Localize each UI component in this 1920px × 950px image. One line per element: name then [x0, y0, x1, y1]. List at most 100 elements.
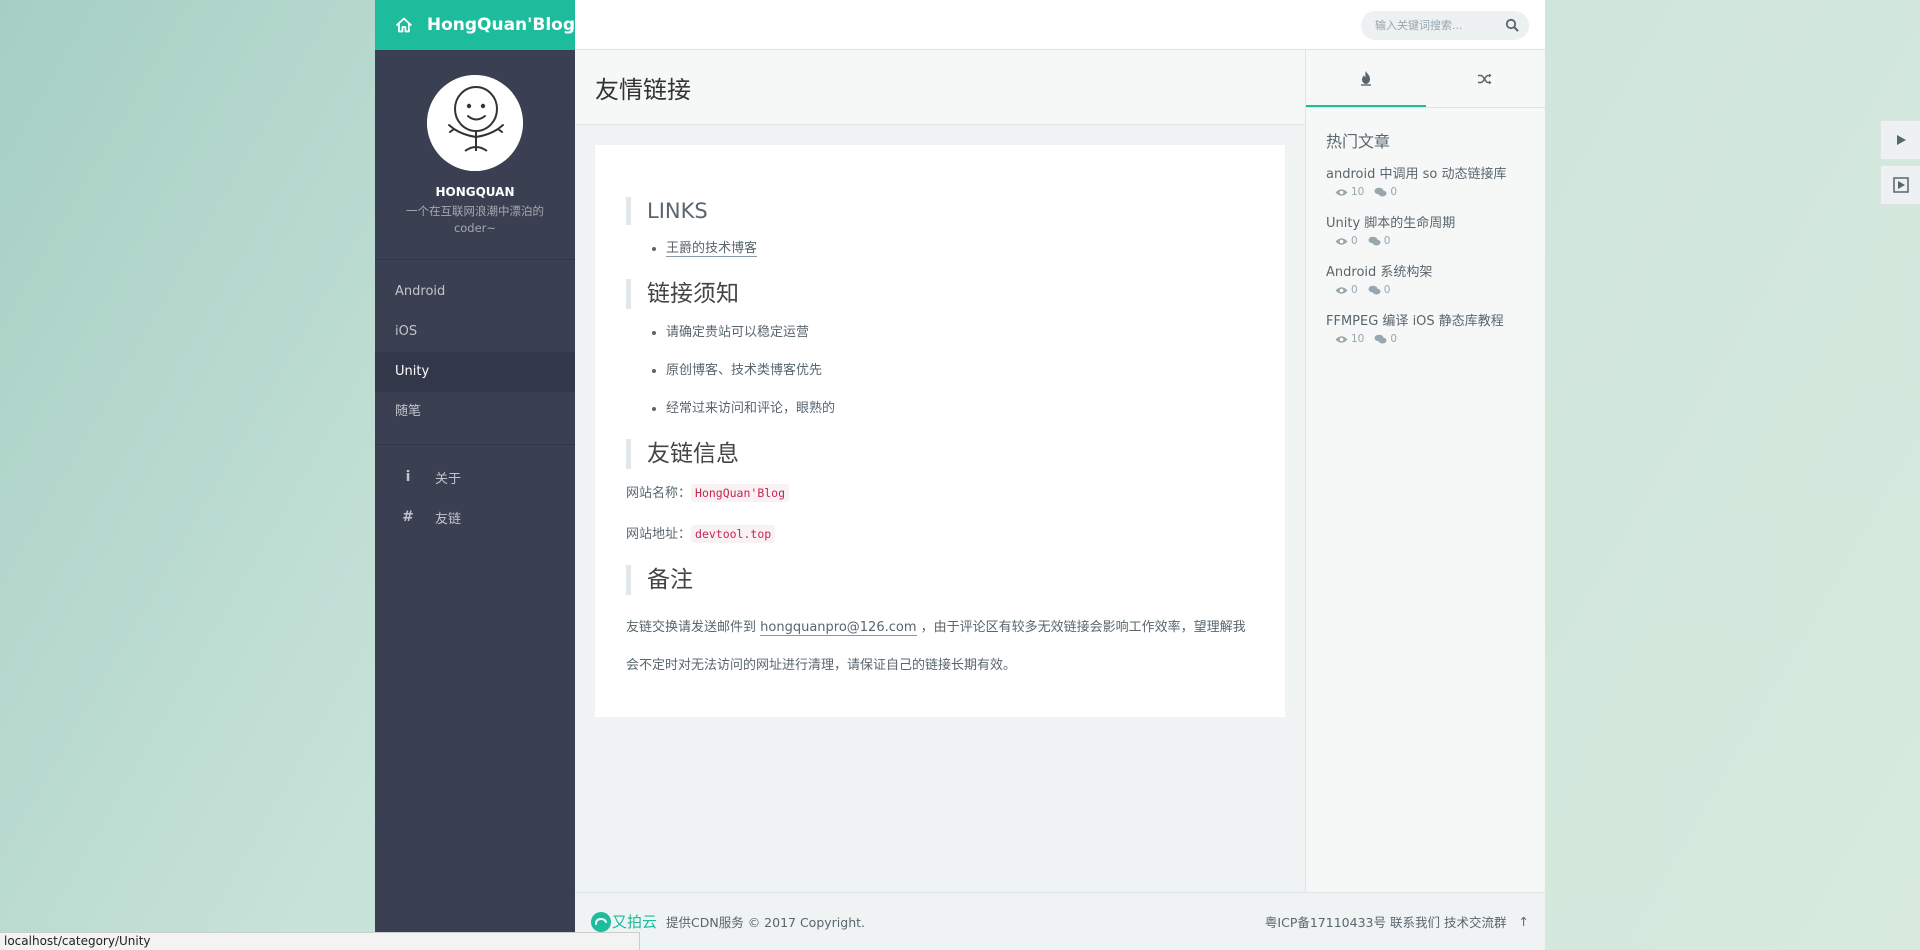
tab-hot[interactable]	[1306, 50, 1426, 107]
rules-heading: 链接须知	[626, 279, 1254, 309]
post-meta: 0 0	[1326, 235, 1525, 247]
upyun-logo-text: 又拍云	[612, 913, 658, 931]
avatar[interactable]	[427, 75, 523, 171]
hot-post-link[interactable]: FFMPEG 编译 iOS 静态库教程	[1326, 313, 1525, 330]
footer-links: 粤ICP备17110433号 联系我们 技术交流群 ↑	[1261, 912, 1529, 931]
top-bar	[575, 0, 1545, 50]
view-count: 0	[1351, 235, 1358, 247]
nav-item-about-label: 关于	[435, 471, 462, 487]
home-icon	[396, 17, 412, 33]
page-nav: i 关于 # 友链	[375, 445, 575, 537]
search-input[interactable]	[1375, 19, 1505, 32]
hot-post-link[interactable]: android 中调用 so 动态链接库	[1326, 166, 1525, 183]
browser-status-url: localhost/category/Unity	[0, 932, 640, 950]
left-sidebar: HONGQUAN 一个在互联网浪潮中漂泊的coder~ Android iOS …	[375, 50, 575, 950]
site-url-value: devtool.top	[691, 525, 776, 543]
hot-posts-panel: 热门文章 android 中调用 so 动态链接库 10 0 Unity 脚本的…	[1306, 108, 1545, 382]
icp-link[interactable]: 粤ICP备17110433号	[1265, 912, 1386, 931]
footer: 又拍云 提供CDN服务 © 2017 Copyright. 粤ICP备17110…	[575, 892, 1545, 950]
comment-icon	[1368, 236, 1381, 245]
nav-item-friends-label: 友链	[435, 511, 462, 527]
post-meta: 0 0	[1326, 284, 1525, 296]
blog-app: HongQuan'Blog 输入关键词搜索... HONGQUAN 一个在互联网…	[375, 0, 1545, 950]
comment-count: 0	[1390, 333, 1398, 345]
group-link[interactable]: 技术交流群	[1444, 912, 1507, 931]
fire-icon	[1360, 70, 1371, 86]
site-name-label: 网站名称：	[626, 486, 692, 501]
copyright-text: 提供CDN服务 © 2017 Copyright.	[666, 915, 866, 930]
profile: HONGQUAN 一个在互联网浪潮中漂泊的coder~	[375, 50, 575, 260]
brand-link[interactable]: HongQuan'Blog	[375, 0, 575, 50]
site-name-value: HongQuan'Blog	[691, 484, 790, 502]
list-item: 请确定贵站可以稳定运营	[666, 323, 1254, 343]
media-icon	[1892, 177, 1909, 193]
back-to-top-button[interactable]: ↑	[1519, 914, 1529, 929]
nav-item-notes[interactable]: 随笔	[375, 392, 575, 432]
avatar-face-icon	[427, 75, 523, 171]
eye-icon	[1335, 286, 1348, 294]
page-title: 友情链接	[575, 50, 1305, 125]
profile-motto: 一个在互联网浪潮中漂泊的coder~	[406, 204, 544, 235]
play-icon	[1896, 135, 1906, 145]
hot-post-link[interactable]: Unity 脚本的生命周期	[1326, 215, 1525, 232]
upyun-logo[interactable]: 又拍云	[590, 911, 657, 933]
friend-link[interactable]: 王爵的技术博客	[666, 241, 758, 257]
contact-link[interactable]: 联系我们	[1390, 912, 1440, 931]
view-count: 0	[1351, 284, 1358, 296]
list-item: 王爵的技术博客	[666, 239, 1254, 259]
list-item: android 中调用 so 动态链接库 10 0	[1326, 166, 1525, 198]
post-meta: 10 0	[1326, 333, 1525, 345]
side-media-button[interactable]	[1880, 165, 1920, 205]
post-meta: 10 0	[1326, 186, 1525, 198]
search-icon[interactable]	[1505, 18, 1519, 32]
shuffle-icon	[1478, 73, 1492, 84]
tab-random[interactable]	[1426, 50, 1546, 107]
cloud-logo-icon	[591, 911, 611, 932]
sidebar-tabs	[1306, 50, 1545, 108]
site-url-label: 网站地址：	[626, 527, 692, 542]
side-play-button[interactable]	[1880, 120, 1920, 160]
site-name-row: 网站名称： HongQuan'Blog	[626, 483, 1254, 504]
nav-item-about[interactable]: i 关于	[375, 457, 575, 497]
nav-item-android[interactable]: Android	[375, 272, 575, 312]
right-sidebar: 热门文章 android 中调用 so 动态链接库 10 0 Unity 脚本的…	[1305, 50, 1545, 912]
info-heading: 友链信息	[626, 439, 1254, 469]
article-card: LINKS 王爵的技术博客 链接须知 请确定贵站可以稳定运营 原创博客、技术类博…	[595, 145, 1285, 717]
nav-item-ios[interactable]: iOS	[375, 312, 575, 352]
hot-posts-title: 热门文章	[1326, 132, 1391, 151]
notes-heading: 备注	[626, 565, 1254, 595]
search-box	[1361, 11, 1529, 40]
hot-post-link[interactable]: Android 系统构架	[1326, 264, 1525, 281]
rules-list: 请确定贵站可以稳定运营 原创博客、技术类博客优先 经常过来访问和评论，眼熟的	[666, 323, 1254, 419]
comment-count: 0	[1390, 186, 1398, 198]
eye-icon	[1335, 188, 1348, 196]
info-icon: i	[405, 469, 411, 485]
eye-icon	[1335, 335, 1348, 343]
comment-count: 0	[1383, 284, 1391, 296]
comment-count: 0	[1383, 235, 1391, 247]
links-list: 王爵的技术博客	[666, 239, 1254, 259]
category-nav: Android iOS Unity 随笔	[375, 260, 575, 445]
nav-item-friends[interactable]: # 友链	[375, 497, 575, 537]
main-content: 友情链接 LINKS 王爵的技术博客 链接须知 请确定贵站可以稳定运营 原创博客…	[575, 50, 1305, 912]
comment-icon	[1368, 285, 1381, 294]
hash-icon: #	[402, 509, 414, 525]
email-link[interactable]: hongquanpro@126.com	[760, 620, 917, 636]
list-item: 原创博客、技术类博客优先	[666, 361, 1254, 381]
profile-name: HONGQUAN	[435, 185, 515, 199]
nav-item-unity[interactable]: Unity	[375, 352, 575, 392]
comment-icon	[1374, 334, 1387, 343]
comment-icon	[1374, 187, 1387, 196]
notes-text: 友链交换请发送邮件到 hongquanpro@126.com ，由于评论区有较多…	[626, 609, 1254, 685]
list-item: Unity 脚本的生命周期 0 0	[1326, 215, 1525, 247]
view-count: 10	[1351, 333, 1365, 345]
site-url-row: 网站地址： devtool.top	[626, 524, 1254, 545]
brand-title: HongQuan'Blog	[426, 15, 575, 35]
view-count: 10	[1351, 186, 1365, 198]
eye-icon	[1335, 237, 1348, 245]
list-item: Android 系统构架 0 0	[1326, 264, 1525, 296]
list-item: 经常过来访问和评论，眼熟的	[666, 399, 1254, 419]
links-heading: LINKS	[626, 197, 1254, 225]
list-item: FFMPEG 编译 iOS 静态库教程 10 0	[1326, 313, 1525, 345]
note-before: 友链交换请发送邮件到	[626, 620, 761, 635]
